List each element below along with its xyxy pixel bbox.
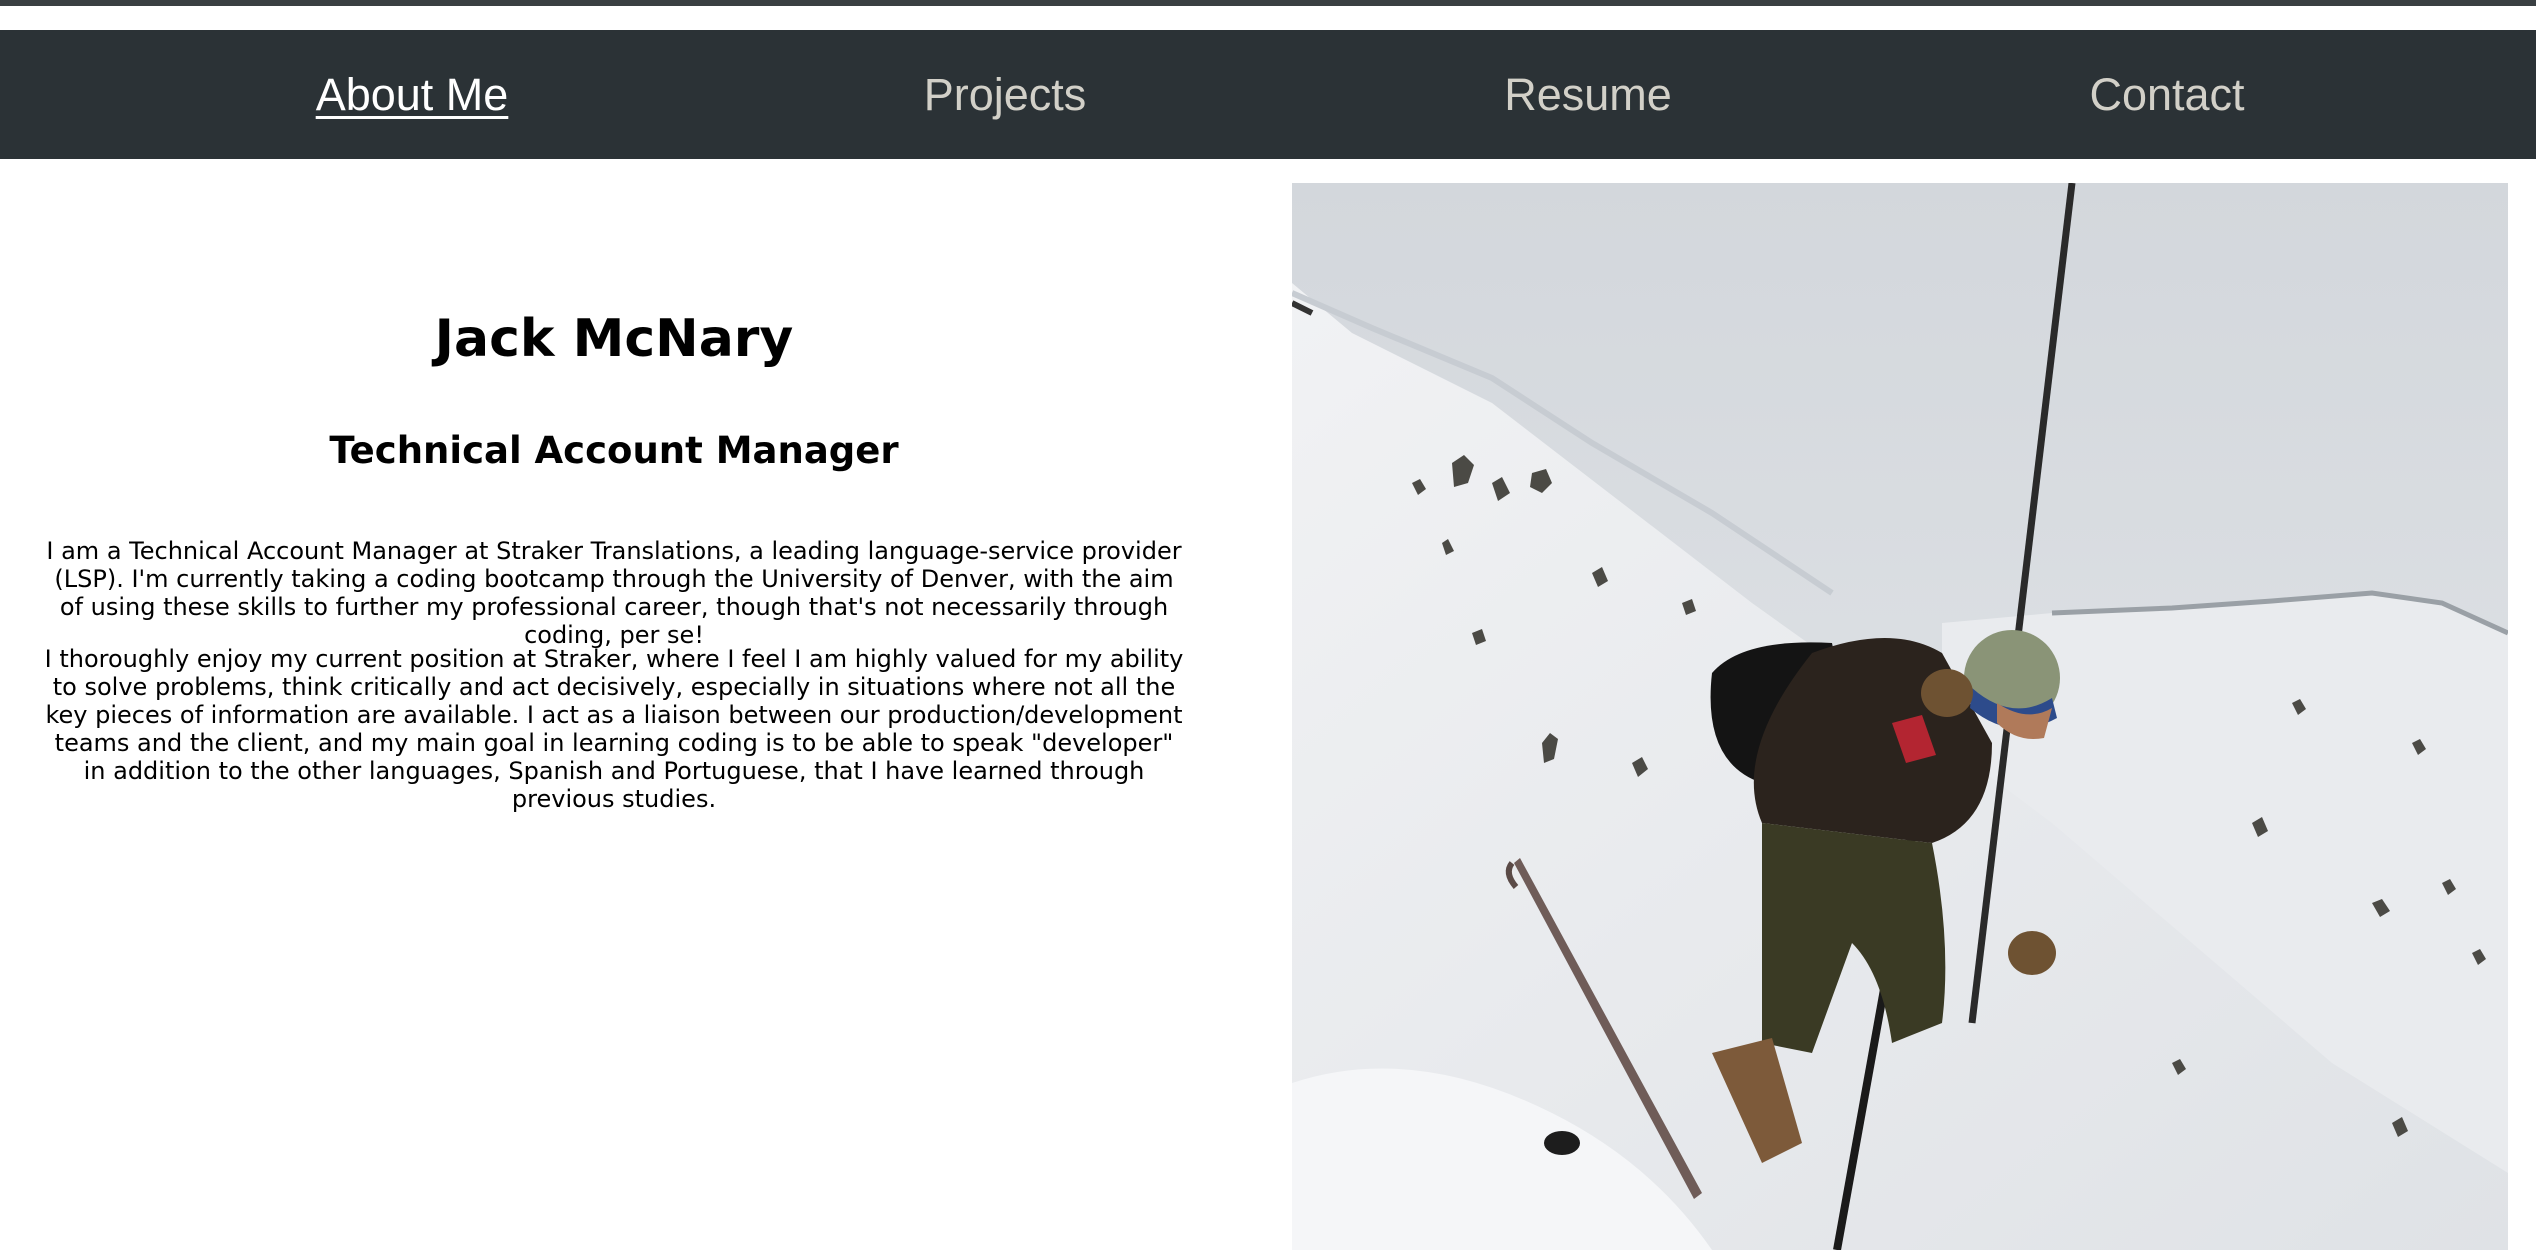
bio-paragraph: I thoroughly enjoy my current position a… (44, 645, 1184, 813)
nav-link-projects[interactable]: Projects (924, 30, 1087, 159)
top-border (0, 0, 2536, 6)
skier-photo-illustration (1292, 183, 2508, 1250)
skier-photo (1292, 183, 2508, 1250)
profile-job-title: Technical Account Manager (329, 429, 899, 472)
profile-name: Jack McNary (434, 309, 794, 369)
bio-paragraph: I am a Technical Account Manager at Stra… (46, 537, 1182, 649)
nav-link-about-me[interactable]: About Me (316, 30, 509, 159)
nav-link-contact[interactable]: Contact (2089, 30, 2244, 159)
nav-link-resume[interactable]: Resume (1504, 30, 1672, 159)
navbar: About Me Projects Resume Contact (0, 30, 2536, 159)
